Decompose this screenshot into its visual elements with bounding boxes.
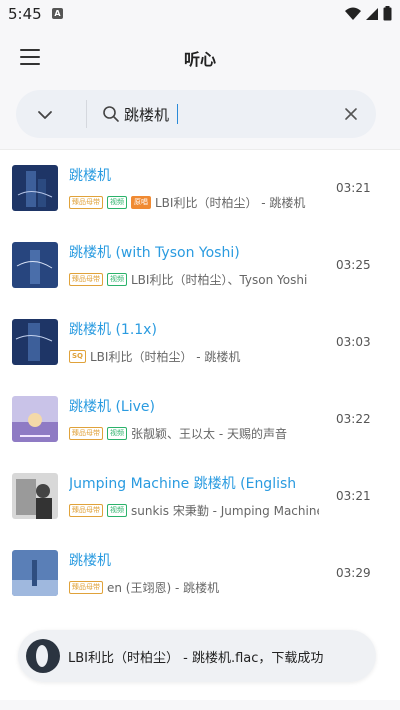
song-title: 跳楼机 (Live) xyxy=(69,399,155,415)
battery-icon xyxy=(383,6,392,21)
song-duration: 03:21 xyxy=(336,489,371,503)
video-badge: 视频 xyxy=(107,503,127,517)
search-area xyxy=(0,86,400,150)
song-meta: 臻品母带 视频 原唱 LBI利比（时柏尘） - 跳楼机 xyxy=(69,193,319,211)
search-divider xyxy=(86,100,87,128)
master-badge: 臻品母带 xyxy=(69,426,103,440)
app-bar: 听心 xyxy=(0,28,400,86)
song-artist-album: sunkis 宋秉勤 - Jumping Machine xyxy=(131,503,319,518)
album-cover xyxy=(12,319,58,365)
video-badge: 视频 xyxy=(107,426,127,440)
navigation-bar xyxy=(0,700,400,710)
video-badge: 视频 xyxy=(107,195,127,209)
album-cover xyxy=(12,242,58,288)
song-duration: 03:25 xyxy=(336,258,371,272)
download-toast: LBI利比（时柏尘） - 跳楼机.flac，下载成功 xyxy=(18,630,376,682)
song-title: 跳楼机 xyxy=(69,168,111,184)
song-artist-album: 张靓颖、王以太 - 天赐的声音 xyxy=(131,426,287,441)
master-badge: 臻品母带 xyxy=(69,195,103,209)
song-meta: 臻品母带 视频 LBI利比（时柏尘）、Tyson Yoshi xyxy=(69,270,319,288)
master-badge: 臻品母带 xyxy=(69,580,103,594)
song-artist-album: en (王翊恩) - 跳楼机 xyxy=(107,580,220,595)
song-duration: 03:22 xyxy=(336,412,371,426)
search-icon xyxy=(102,105,120,123)
song-row[interactable]: Jumping Machine 跳楼机 (English 臻品母带 视频 sun… xyxy=(0,459,400,536)
song-meta: 臻品母带 视频 张靓颖、王以太 - 天赐的声音 xyxy=(69,424,319,442)
song-artist-album: LBI利比（时柏尘） - 跳楼机 xyxy=(90,349,241,364)
status-icons xyxy=(345,6,392,21)
song-artist-album: LBI利比（时柏尘） - 跳楼机 xyxy=(155,195,306,210)
song-meta: 臻品母带 视频 sunkis 宋秉勤 - Jumping Machine xyxy=(69,501,319,519)
album-cover xyxy=(12,550,58,596)
song-duration: 03:29 xyxy=(336,566,371,580)
song-duration: 03:03 xyxy=(336,335,371,349)
close-icon[interactable] xyxy=(342,105,360,123)
notification-icon: A xyxy=(52,8,63,19)
original-badge: 原唱 xyxy=(131,195,151,209)
song-row[interactable]: 跳楼机 臻品母带 视频 原唱 LBI利比（时柏尘） - 跳楼机 03:21 xyxy=(0,151,400,228)
song-artist-album: LBI利比（时柏尘）、Tyson Yoshi xyxy=(131,272,308,287)
text-cursor xyxy=(177,104,178,124)
status-bar: 5:45 A xyxy=(0,0,400,28)
download-icon xyxy=(26,639,60,673)
song-row[interactable]: 跳楼机 (Live) 臻品母带 视频 张靓颖、王以太 - 天赐的声音 03:22 xyxy=(0,382,400,459)
song-meta: 臻品母带 en (王翊恩) - 跳楼机 xyxy=(69,578,319,596)
wifi-icon xyxy=(345,7,361,20)
song-title: 跳楼机 (with Tyson Yoshi) xyxy=(69,245,240,261)
page-title: 听心 xyxy=(183,50,216,69)
song-title: 跳楼机 xyxy=(69,553,111,569)
chevron-down-icon[interactable] xyxy=(34,104,56,126)
video-badge: 视频 xyxy=(107,272,127,286)
signal-icon xyxy=(366,7,378,20)
song-title: 跳楼机 (1.1x) xyxy=(69,322,157,338)
album-cover xyxy=(12,165,58,211)
sq-badge: SQ xyxy=(69,349,86,363)
album-cover xyxy=(12,396,58,442)
song-meta: SQ LBI利比（时柏尘） - 跳楼机 xyxy=(69,347,319,365)
song-row[interactable]: 跳楼机 臻品母带 en (王翊恩) - 跳楼机 03:29 xyxy=(0,536,400,613)
master-badge: 臻品母带 xyxy=(69,503,103,517)
status-time: 5:45 xyxy=(8,5,42,23)
search-bar xyxy=(16,90,376,138)
song-row[interactable]: 跳楼机 (with Tyson Yoshi) 臻品母带 视频 LBI利比（时柏尘… xyxy=(0,228,400,305)
album-cover xyxy=(12,473,58,519)
song-row[interactable]: 跳楼机 (1.1x) SQ LBI利比（时柏尘） - 跳楼机 03:03 xyxy=(0,305,400,382)
song-duration: 03:21 xyxy=(336,181,371,195)
master-badge: 臻品母带 xyxy=(69,272,103,286)
search-input[interactable] xyxy=(124,100,334,128)
toast-message: LBI利比（时柏尘） - 跳楼机.flac，下载成功 xyxy=(68,651,324,666)
song-title: Jumping Machine 跳楼机 (English xyxy=(69,476,297,492)
